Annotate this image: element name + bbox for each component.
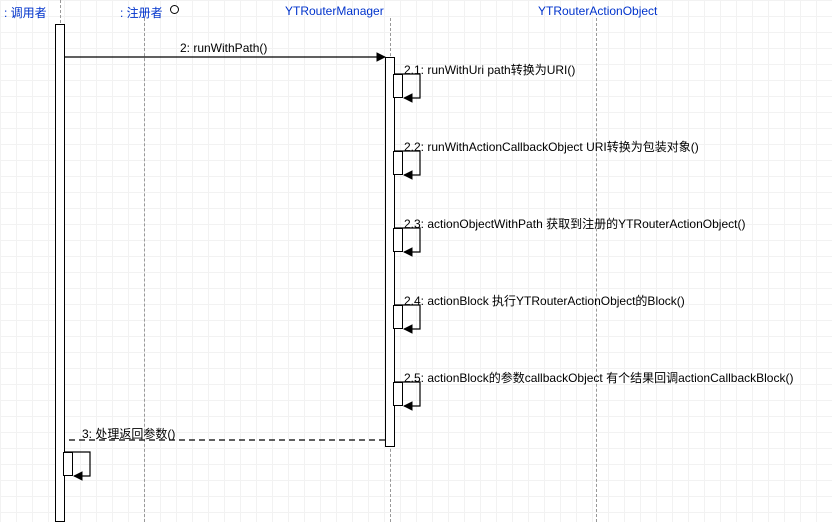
msg-2: 2: runWithPath() (180, 41, 267, 55)
msg-2-3: 2.3: actionObjectWithPath 获取到注册的YTRouter… (404, 215, 745, 232)
msg-2-1: 2.1: runWithUri path转换为URI() (404, 61, 575, 78)
msg-2-4: 2.4: actionBlock 执行YTRouterActionObject的… (404, 292, 685, 309)
msg-3: 3: 处理返回参数() (82, 425, 175, 442)
lifeline-registrar (144, 18, 145, 522)
lifeline-router-action-object (596, 18, 597, 522)
activation-self-2-4 (393, 305, 403, 329)
participant-router-manager: YTRouterManager (285, 4, 384, 18)
actor-icon (170, 5, 179, 14)
activation-self-3 (63, 452, 73, 476)
msg-2-5: 2.5: actionBlock的参数callbackObject 有个结果回调… (404, 369, 793, 386)
participant-router-action-object: YTRouterActionObject (538, 4, 657, 18)
participant-caller: : 调用者 (4, 4, 47, 21)
activation-self-2-5 (393, 382, 403, 406)
activation-caller (55, 24, 65, 522)
activation-self-2-2 (393, 151, 403, 175)
participant-registrar: : 注册者 (120, 4, 163, 21)
msg-2-2: 2.2: runWithActionCallbackObject URI转换为包… (404, 138, 699, 155)
activation-self-2-1 (393, 74, 403, 98)
activation-self-2-3 (393, 228, 403, 252)
